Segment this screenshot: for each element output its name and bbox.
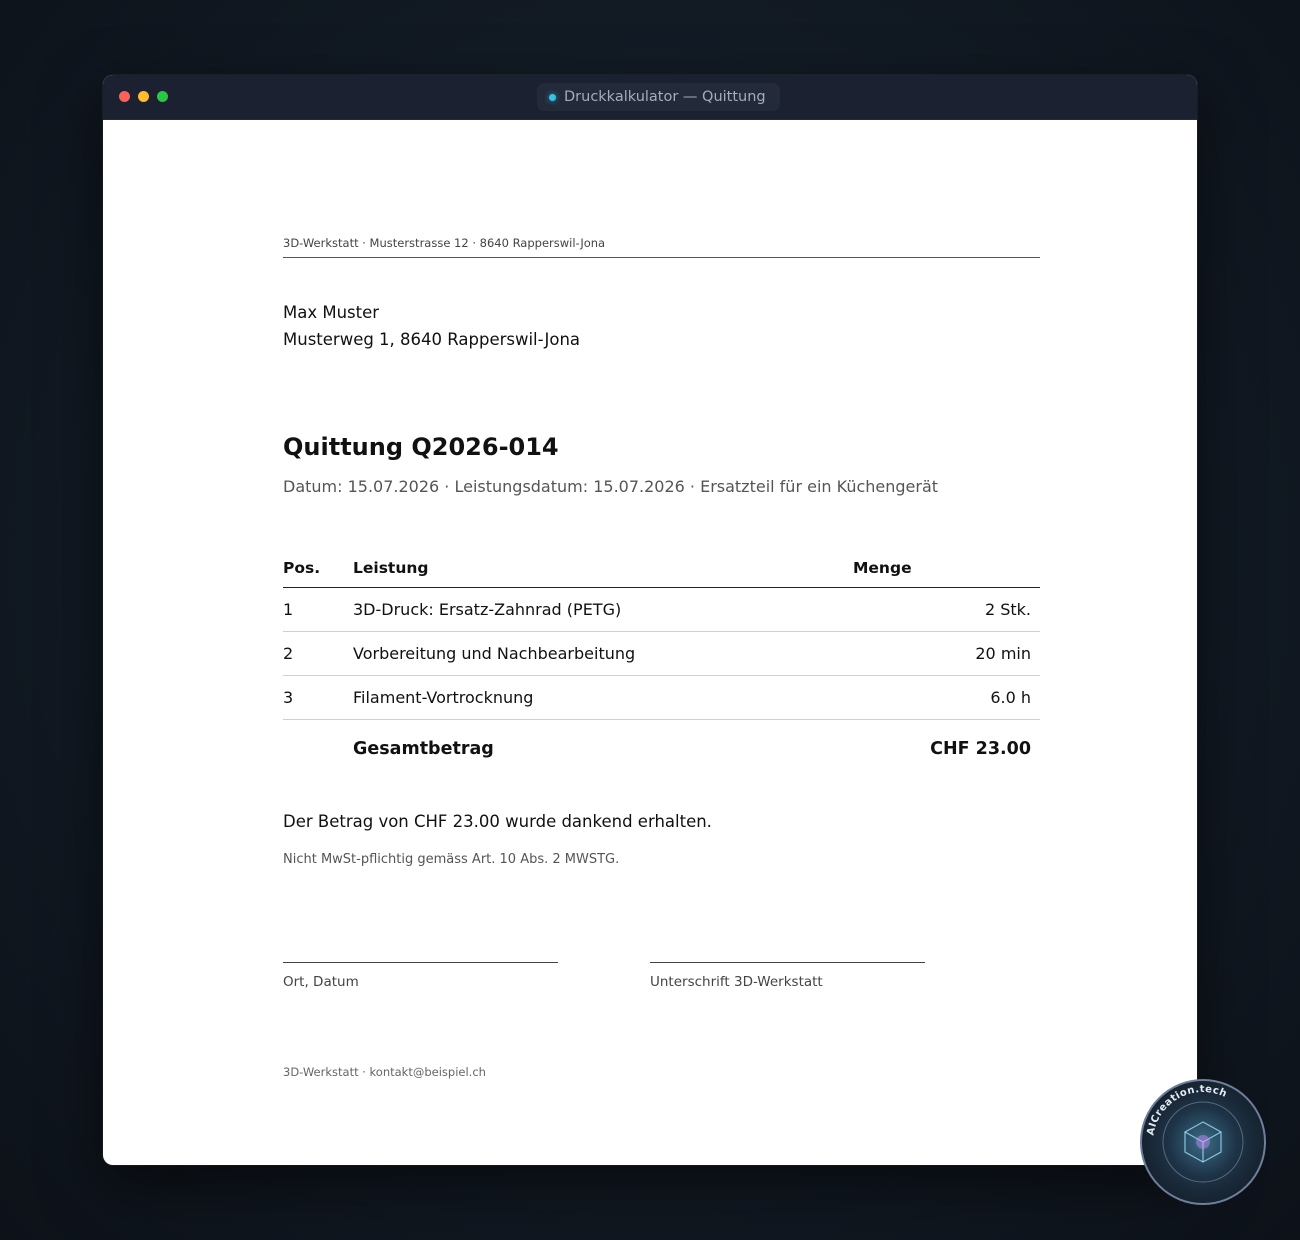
signature-label-place-date: Ort, Datum xyxy=(283,974,359,990)
recipient-name: Max Muster xyxy=(283,303,380,322)
total-label: Gesamtbetrag xyxy=(353,739,494,759)
row-qty: 6.0 h xyxy=(853,675,1040,720)
row-service: 3D-Druck: Ersatz-Zahnrad (PETG) xyxy=(353,587,853,632)
signature-label-workshop: Unterschrift 3D-Werkstatt xyxy=(650,974,823,990)
signature-line xyxy=(650,962,925,963)
receipt-title: Quittung Q2026-014 xyxy=(283,433,559,461)
signature-line xyxy=(283,962,558,963)
status-dot-icon xyxy=(549,93,556,101)
header-pos: Pos. xyxy=(283,549,353,588)
sender-line: 3D-Werkstatt · Musterstrasse 12 · 8640 R… xyxy=(283,236,1040,258)
row-service: Filament-Vortrocknung xyxy=(353,675,853,720)
row-service: Vorbereitung und Nachbearbeitung xyxy=(353,631,853,676)
total-row: Gesamtbetrag CHF 23.00 xyxy=(283,720,1040,779)
items-table: Pos. Leistung Menge 1 3D-Druck: Ersatz-Z… xyxy=(283,549,1040,778)
app-window: Druckkalkulator — Quittung 3D-Werkstatt … xyxy=(103,75,1197,1165)
row-pos: 1 xyxy=(283,587,353,632)
maximize-window-button[interactable] xyxy=(157,91,168,102)
row-pos: 2 xyxy=(283,631,353,676)
header-qty: Menge xyxy=(853,549,1040,588)
row-qty: 2 Stk. xyxy=(853,587,1040,632)
receipt-meta: Datum: 15.07.2026 · Leistungsdatum: 15.0… xyxy=(283,477,939,496)
vat-note: Nicht MwSt-pflichtig gemäss Art. 10 Abs.… xyxy=(283,852,620,867)
window-controls xyxy=(119,91,168,102)
signature-place-date: Ort, Datum xyxy=(283,962,558,990)
table-row: 3 Filament-Vortrocknung 6.0 h xyxy=(283,675,1040,720)
table-row: 1 3D-Druck: Ersatz-Zahnrad (PETG) 2 Stk. xyxy=(283,587,1040,632)
signature-workshop: Unterschrift 3D-Werkstatt xyxy=(650,962,925,990)
total-value: CHF 23.00 xyxy=(930,739,1031,759)
table-header-row: Pos. Leistung Menge xyxy=(283,549,1040,588)
header-service: Leistung xyxy=(353,549,853,588)
close-window-button[interactable] xyxy=(119,91,130,102)
watermark-badge-icon: AICreation.tech xyxy=(1140,1079,1266,1205)
row-pos: 3 xyxy=(283,675,353,720)
title-bar: Druckkalkulator — Quittung xyxy=(103,75,1197,120)
minimize-window-button[interactable] xyxy=(138,91,149,102)
total-spacer xyxy=(283,720,353,779)
table-row: 2 Vorbereitung und Nachbearbeitung 20 mi… xyxy=(283,631,1040,676)
window-title: Druckkalkulator — Quittung xyxy=(564,89,766,105)
recipient-address: Max Muster Musterweg 1, 8640 Rapperswil-… xyxy=(283,299,580,353)
row-qty: 20 min xyxy=(853,631,1040,676)
recipient-street: Musterweg 1, 8640 Rapperswil-Jona xyxy=(283,330,581,349)
payment-confirmation: Der Betrag von CHF 23.00 wurde dankend e… xyxy=(283,812,712,831)
document-footer: 3D-Werkstatt · kontakt@beispiel.ch xyxy=(283,1065,486,1079)
window-title-pill: Druckkalkulator — Quittung xyxy=(537,83,780,111)
